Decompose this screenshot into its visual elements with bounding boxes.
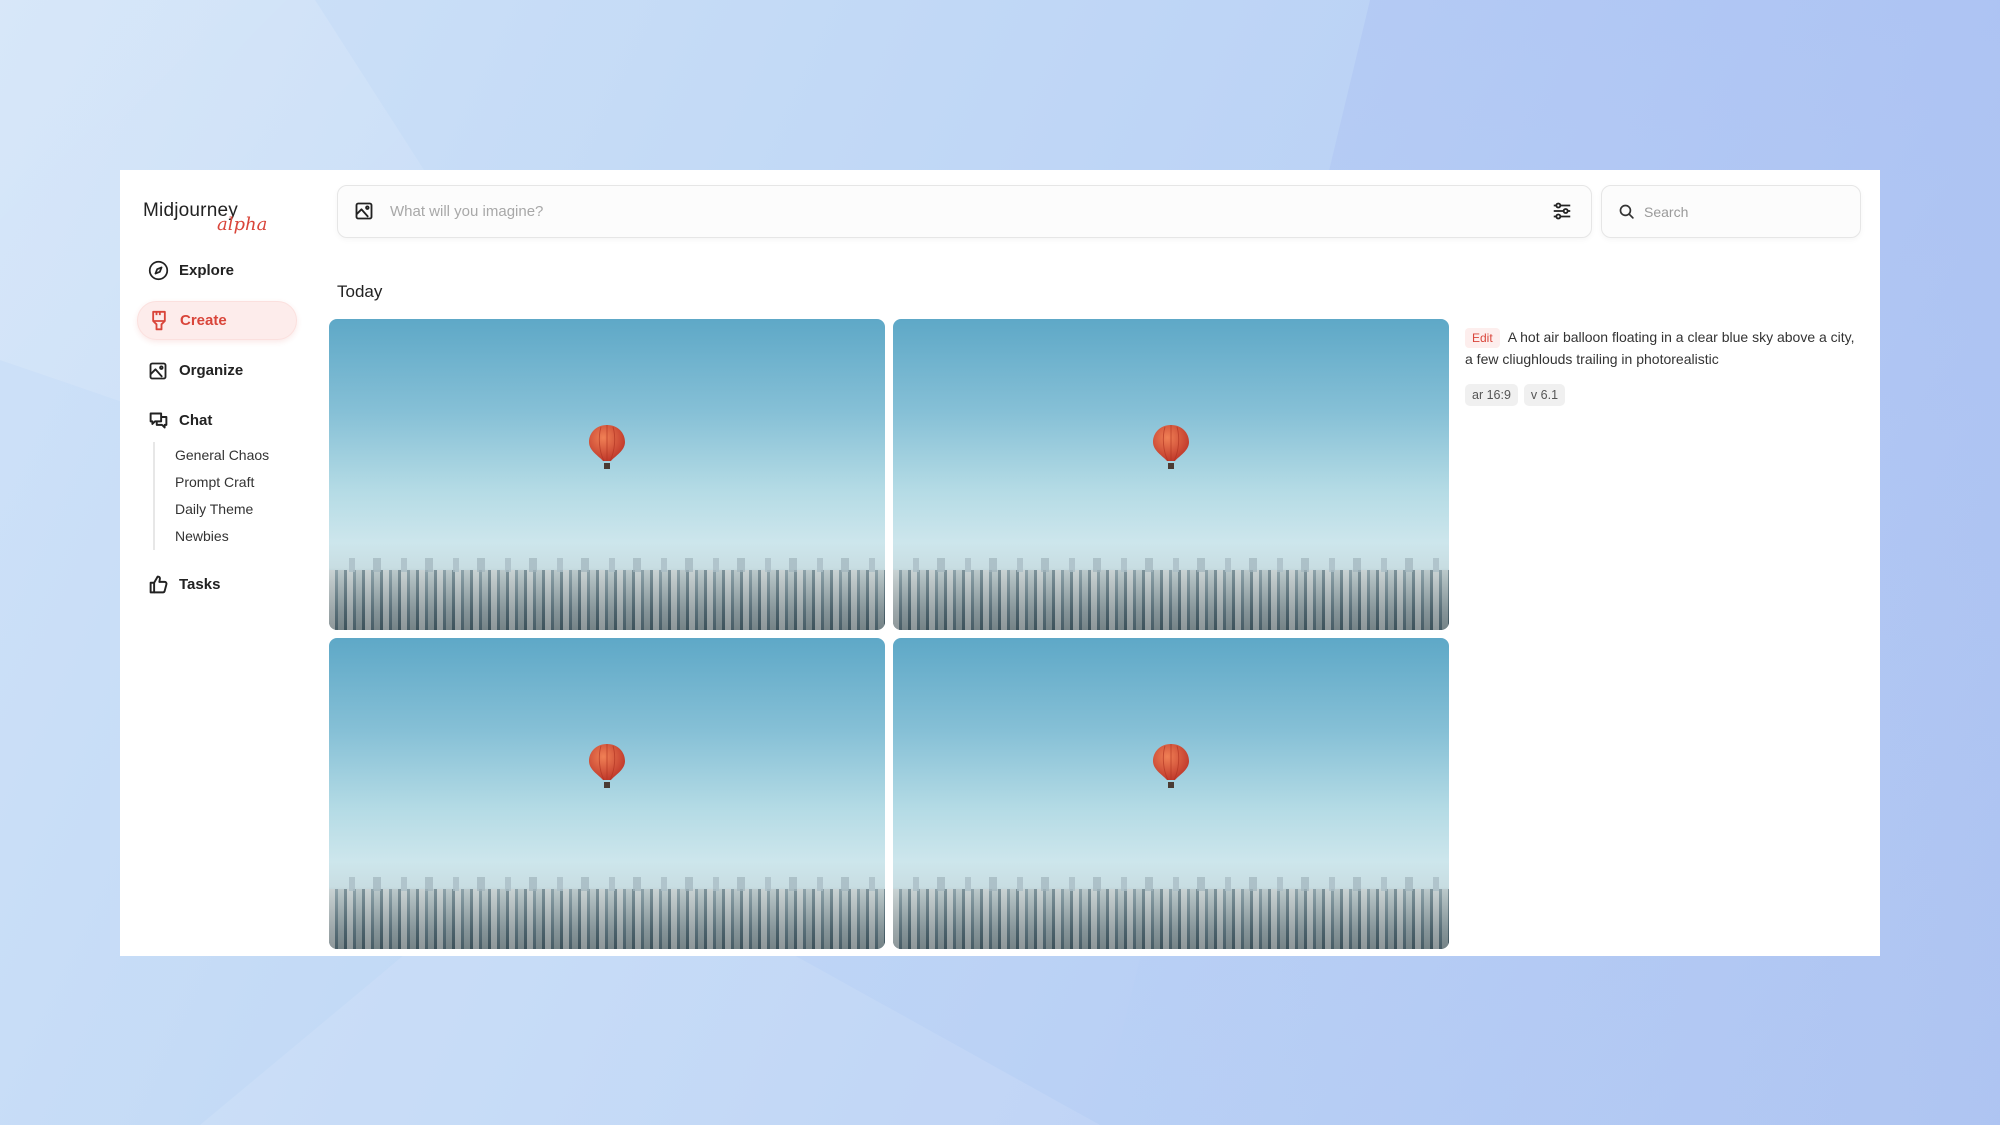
paintbrush-icon xyxy=(148,310,170,332)
prompt-details: Edit A hot air balloon floating in a clea… xyxy=(1465,326,1865,406)
logo-badge: alpha xyxy=(217,214,268,235)
chat-channel-list: General Chaos Prompt Craft Daily Theme N… xyxy=(153,442,269,550)
hot-air-balloon xyxy=(589,744,625,788)
image-grid xyxy=(329,319,1449,950)
chat-channel-daily-theme[interactable]: Daily Theme xyxy=(175,496,269,523)
sidebar-item-explore[interactable]: Explore xyxy=(137,251,297,290)
generated-image[interactable] xyxy=(329,319,885,630)
city-skyline xyxy=(329,877,885,949)
city-skyline xyxy=(893,558,1449,630)
thumbs-up-icon xyxy=(147,574,169,596)
prompt-input[interactable] xyxy=(390,203,1541,220)
sidebar-item-label: Chat xyxy=(179,412,213,429)
image-upload-icon[interactable] xyxy=(354,201,376,223)
parameter-tags: ar 16:9 v 6.1 xyxy=(1465,384,1865,406)
chat-bubbles-icon xyxy=(147,410,169,432)
chat-channel-newbies[interactable]: Newbies xyxy=(175,523,269,550)
prompt-text-block: Edit A hot air balloon floating in a clea… xyxy=(1465,326,1865,370)
city-skyline xyxy=(893,877,1449,949)
sidebar-item-organize[interactable]: Organize xyxy=(137,351,297,390)
search-icon xyxy=(1618,203,1636,221)
hot-air-balloon xyxy=(1153,744,1189,788)
generated-image[interactable] xyxy=(329,638,885,949)
hot-air-balloon xyxy=(589,425,625,469)
sidebar-item-tasks[interactable]: Tasks xyxy=(137,565,297,604)
prompt-text[interactable]: A hot air balloon floating in a clear bl… xyxy=(1465,329,1855,367)
sidebar-item-label: Tasks xyxy=(179,576,221,593)
aspect-ratio-tag[interactable]: ar 16:9 xyxy=(1465,384,1518,406)
generated-image[interactable] xyxy=(893,319,1449,630)
sidebar-item-chat[interactable]: Chat xyxy=(137,401,297,440)
section-title: Today xyxy=(337,282,383,301)
generated-image[interactable] xyxy=(893,638,1449,949)
hot-air-balloon xyxy=(1153,425,1189,469)
search-bar xyxy=(1601,185,1861,238)
settings-sliders-icon[interactable] xyxy=(1551,200,1575,224)
version-tag[interactable]: v 6.1 xyxy=(1523,384,1566,406)
compass-icon xyxy=(147,260,169,282)
prompt-bar xyxy=(337,185,1592,238)
image-icon xyxy=(147,360,169,382)
app-window: Midjourney alpha Explore Create Organize… xyxy=(120,170,1880,956)
edit-button[interactable]: Edit xyxy=(1465,328,1500,348)
city-skyline xyxy=(329,558,885,630)
logo[interactable]: Midjourney alpha xyxy=(143,200,283,240)
sidebar-item-label: Organize xyxy=(179,362,244,379)
chat-channel-prompt-craft[interactable]: Prompt Craft xyxy=(175,469,269,496)
sidebar-item-label: Create xyxy=(180,312,227,329)
search-input[interactable] xyxy=(1644,203,1844,220)
chat-channel-general-chaos[interactable]: General Chaos xyxy=(175,442,269,469)
sidebar-item-create[interactable]: Create xyxy=(137,301,297,340)
sidebar-item-label: Explore xyxy=(179,262,235,279)
